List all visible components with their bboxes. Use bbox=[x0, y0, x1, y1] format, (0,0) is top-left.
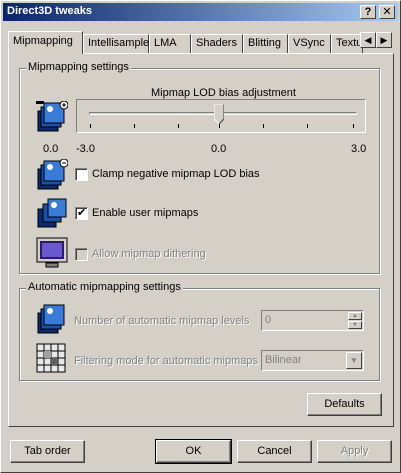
monitor-icon bbox=[36, 237, 68, 268]
clamp-lod-bias-label[interactable]: Clamp negative mipmap LOD bias bbox=[92, 168, 260, 180]
user-mipmaps-label[interactable]: Enable user mipmaps bbox=[92, 207, 198, 219]
dithering-checkbox[interactable] bbox=[75, 248, 88, 261]
lod-bias-max-label: 3.0 bbox=[351, 143, 367, 155]
auto-levels-spin-buttons: ▲ ▼ bbox=[348, 312, 362, 329]
tab-textures[interactable]: Textu bbox=[331, 34, 363, 53]
defaults-button[interactable]: Defaults bbox=[307, 393, 382, 416]
lod-bias-min-label: -3.0 bbox=[76, 143, 95, 155]
auto-levels-label: Number of automatic mipmap levels bbox=[74, 315, 250, 327]
auto-mipmapping-title: Automatic mipmapping settings bbox=[26, 281, 183, 293]
auto-levels-icon bbox=[37, 304, 65, 334]
close-button[interactable]: ✕ bbox=[379, 5, 395, 19]
lod-bias-mid-label: 0.0 bbox=[211, 143, 227, 155]
slider-tick bbox=[263, 124, 264, 128]
user-mipmaps-checkbox[interactable]: ✔ bbox=[75, 207, 88, 220]
title-bar[interactable]: Direct3D tweaks ? ✕ bbox=[3, 3, 398, 21]
filtering-mode-label: Filtering mode for automatic mipmaps bbox=[74, 355, 259, 367]
window-title: Direct3D tweaks bbox=[7, 5, 92, 17]
mipmapping-settings-title: Mipmapping settings bbox=[26, 61, 131, 73]
slider-tick bbox=[178, 124, 179, 128]
help-button[interactable]: ? bbox=[360, 5, 376, 19]
tab-shaders[interactable]: Shaders bbox=[191, 34, 243, 53]
lod-bias-current-value: 0.0 bbox=[43, 143, 59, 155]
user-mipmaps-icon bbox=[37, 198, 67, 228]
dialog-window: Direct3D tweaks ? ✕ Mipmapping Intellisa… bbox=[0, 0, 401, 473]
slider-tick bbox=[219, 124, 220, 128]
tab-blitting[interactable]: Blitting bbox=[243, 34, 288, 53]
slider-tick bbox=[353, 124, 354, 128]
tab-scroll-right-icon[interactable]: ▶ bbox=[376, 32, 392, 48]
lod-bias-icon bbox=[36, 101, 68, 132]
filtering-mode-select[interactable]: Bilinear ▼ bbox=[261, 350, 364, 371]
auto-levels-spinbox[interactable]: 0 ▲ ▼ bbox=[261, 310, 364, 331]
slider-tick bbox=[307, 124, 308, 128]
tab-mipmapping[interactable]: Mipmapping bbox=[8, 31, 83, 54]
spin-up-icon[interactable]: ▲ bbox=[348, 312, 362, 320]
dithering-label[interactable]: Allow mipmap dithering bbox=[92, 248, 206, 260]
tab-scroll-left-icon[interactable]: ◀ bbox=[360, 32, 376, 48]
cancel-button[interactable]: Cancel bbox=[237, 440, 312, 463]
spin-down-icon[interactable]: ▼ bbox=[348, 321, 362, 329]
apply-button[interactable]: Apply bbox=[317, 440, 392, 463]
tab-intellisample[interactable]: Intellisample bbox=[83, 34, 149, 53]
lod-bias-slider-thumb[interactable] bbox=[214, 104, 224, 124]
tab-order-button[interactable]: Tab order bbox=[10, 440, 85, 463]
checkmark-icon: ✔ bbox=[77, 207, 87, 219]
slider-tick bbox=[134, 124, 135, 128]
chevron-down-icon[interactable]: ▼ bbox=[346, 352, 362, 369]
clamp-bias-icon bbox=[37, 159, 68, 190]
tab-lma[interactable]: LMA bbox=[149, 34, 191, 53]
slider-tick bbox=[90, 124, 91, 128]
filtering-mode-value: Bilinear bbox=[265, 354, 302, 366]
clamp-lod-bias-checkbox[interactable] bbox=[75, 168, 88, 181]
tab-vsync[interactable]: VSync bbox=[288, 34, 331, 53]
lod-bias-label: Mipmap LOD bias adjustment bbox=[151, 87, 296, 99]
ok-button[interactable]: OK bbox=[155, 439, 232, 464]
auto-levels-value: 0 bbox=[265, 314, 272, 326]
filtering-grid-icon bbox=[36, 343, 66, 373]
